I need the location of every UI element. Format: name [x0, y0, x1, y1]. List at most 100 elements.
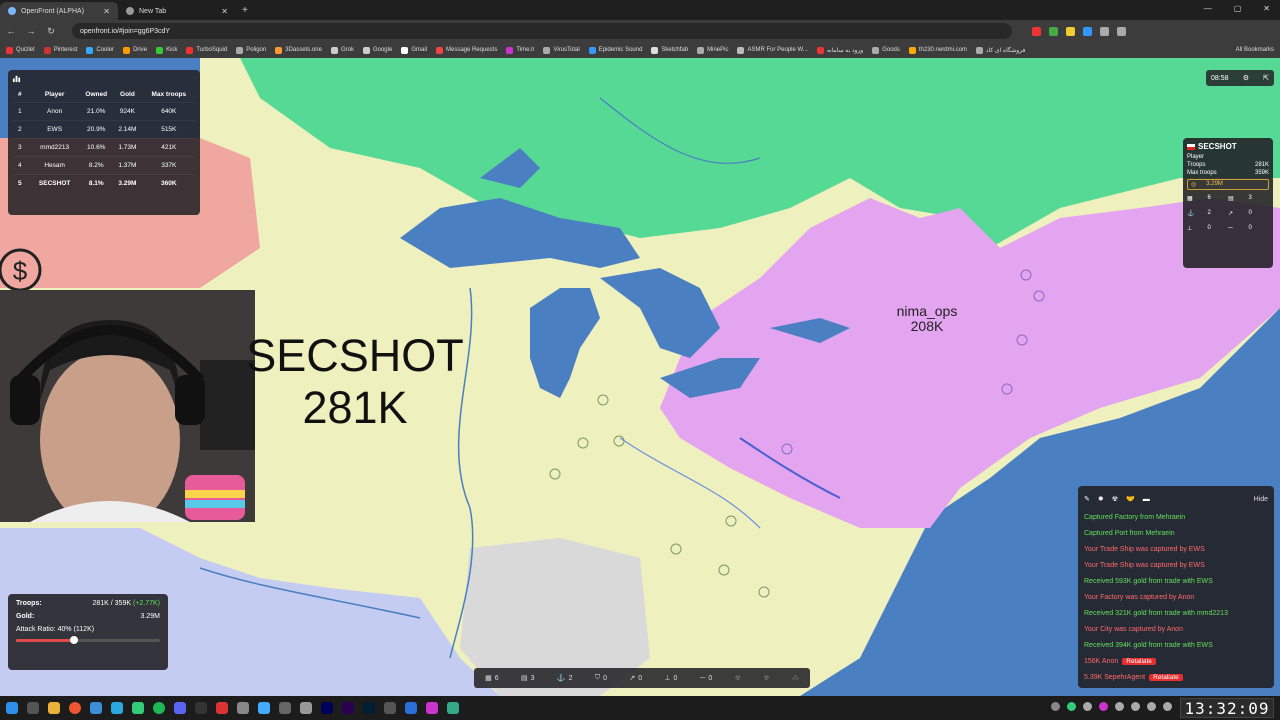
tray-icon[interactable]: [1115, 702, 1124, 711]
bookmark-item[interactable]: Time.lr: [506, 46, 534, 54]
retaliate-button[interactable]: Retaliate: [1122, 658, 1156, 665]
tray-icon[interactable]: [1147, 702, 1156, 711]
attack-ratio-slider[interactable]: [16, 636, 160, 644]
exit-icon[interactable]: ⇱: [1263, 74, 1269, 82]
bookmark-item[interactable]: ورود به سامانه: [816, 46, 863, 54]
alliance-filter-icon[interactable]: 🤝: [1126, 495, 1135, 503]
new-tab-button[interactable]: +: [242, 5, 248, 16]
attack-ratio-thumb[interactable]: [69, 636, 78, 644]
extension-icon[interactable]: [1049, 26, 1058, 36]
tray-icon[interactable]: [1051, 702, 1060, 711]
app-icon[interactable]: [132, 702, 144, 714]
tray-icon[interactable]: [1099, 702, 1108, 711]
file-explorer-icon[interactable]: [48, 702, 60, 714]
app-icon[interactable]: [384, 702, 396, 714]
spotify-icon[interactable]: [153, 702, 165, 714]
col-player[interactable]: Player: [30, 88, 79, 102]
close-tab-icon[interactable]: ✕: [221, 7, 228, 16]
nuke-filter-icon[interactable]: ☢: [1112, 495, 1118, 503]
extension-icon[interactable]: [1066, 26, 1075, 36]
back-icon[interactable]: ←: [6, 26, 16, 36]
game-viewport[interactable]: $ # Player Owned Gold Max troops 1 Anon 21…: [0, 58, 1280, 696]
tray-icon[interactable]: [1083, 702, 1092, 711]
leaderboard-row[interactable]: 4 Hesam 8.2% 1.37M 337K: [12, 155, 196, 174]
tab-openfront[interactable]: OpenFront (ALPHA) ✕: [0, 2, 118, 20]
build-atom-bomb-button[interactable]: ☢: [735, 674, 741, 682]
bookmark-item[interactable]: Cooler: [86, 46, 114, 54]
chrome-icon[interactable]: [69, 702, 81, 714]
bar-chart-icon[interactable]: [12, 74, 21, 83]
app-icon[interactable]: [258, 702, 270, 714]
tray-icon[interactable]: [1067, 702, 1076, 711]
build-missile-button[interactable]: ↗ 0: [629, 674, 642, 683]
bookmark-item[interactable]: Grok: [330, 46, 354, 54]
search-icon[interactable]: [27, 702, 39, 714]
attack-filter-icon[interactable]: ✹: [1098, 495, 1104, 503]
col-gold[interactable]: Gold: [113, 88, 141, 102]
chat-filter-icon[interactable]: ▬: [1143, 496, 1150, 503]
leaderboard-row[interactable]: 2 EWS 20.9% 2.14M 515K: [12, 119, 196, 138]
extension-icon[interactable]: [1032, 26, 1041, 36]
enemy-territory-label[interactable]: nima_ops 208K: [886, 304, 968, 334]
telegram-icon[interactable]: [111, 702, 123, 714]
retaliate-button[interactable]: Retaliate: [1149, 674, 1183, 681]
build-mirv-button[interactable]: ⁂: [792, 674, 799, 682]
bookmark-item[interactable]: Drive: [123, 46, 147, 54]
app-icon[interactable]: [237, 702, 249, 714]
build-sam-button[interactable]: ⊥ 0: [664, 674, 677, 683]
bookmark-item[interactable]: TurboSquid: [186, 46, 227, 54]
extension-icon[interactable]: [1083, 26, 1092, 36]
windows-start-icon[interactable]: [6, 702, 18, 714]
profile-icon[interactable]: [1117, 26, 1126, 36]
bookmark-item[interactable]: Goods: [872, 46, 900, 54]
app-icon[interactable]: [216, 702, 228, 714]
build-hydrogen-bomb-button[interactable]: ☢: [763, 674, 769, 682]
build-warship-button[interactable]: ⏤ 0: [700, 674, 713, 682]
bookmark-item[interactable]: فروشگاه ای کاد: [975, 46, 1025, 54]
bookmark-item[interactable]: 3Dassets.one: [275, 46, 322, 54]
app-icon[interactable]: [300, 702, 312, 714]
app-icon[interactable]: [195, 702, 207, 714]
build-port-button[interactable]: ⚓ 2: [557, 674, 573, 683]
app-icon[interactable]: [447, 702, 459, 714]
bookmark-item[interactable]: Google: [362, 46, 392, 54]
build-factory-button[interactable]: ▤ 3: [521, 674, 535, 683]
bookmark-item[interactable]: Gmail: [401, 46, 427, 54]
bookmark-item[interactable]: MinePic: [697, 46, 728, 54]
bookmark-item[interactable]: Poligon: [236, 46, 266, 54]
build-filter-icon[interactable]: ✎: [1084, 495, 1090, 503]
bookmark-item[interactable]: Quizlet: [6, 46, 35, 54]
app-icon[interactable]: [426, 702, 438, 714]
maximize-icon[interactable]: ▢: [1234, 4, 1242, 13]
photoshop-icon[interactable]: [363, 702, 375, 714]
bookmark-item[interactable]: ASMR For People W...: [737, 46, 808, 54]
leaderboard-row[interactable]: 1 Anon 21.0% 924K 640K: [12, 101, 196, 120]
reload-icon[interactable]: ↻: [46, 26, 56, 37]
bookmark-item[interactable]: Message Requests: [435, 46, 497, 54]
build-defense-button[interactable]: ⛉ 0: [595, 674, 607, 682]
minimize-icon[interactable]: —: [1204, 4, 1212, 13]
bookmark-item[interactable]: th230.nerdmi.com: [908, 46, 967, 54]
bookmark-item[interactable]: Kick: [156, 46, 177, 54]
app-icon[interactable]: [90, 702, 102, 714]
tray-icon[interactable]: [1131, 702, 1140, 711]
leaderboard-row[interactable]: 5 SECSHOT 8.1% 3.29M 360K: [12, 173, 196, 192]
settings-icon[interactable]: ⚙: [1243, 74, 1249, 82]
app-icon[interactable]: [405, 702, 417, 714]
hide-button[interactable]: Hide: [1254, 496, 1268, 503]
tab-new-tab[interactable]: New Tab ✕: [118, 2, 236, 20]
all-bookmarks-button[interactable]: All Bookmarks: [1236, 47, 1274, 53]
tray-icon[interactable]: [1163, 702, 1172, 711]
close-tab-icon[interactable]: ✕: [103, 7, 110, 16]
bookmark-item[interactable]: Sketchfab: [651, 46, 688, 54]
address-bar[interactable]: openfront.io/#join=gg6P3cdY: [72, 23, 1012, 39]
after-effects-icon[interactable]: [321, 702, 333, 714]
bookmark-item[interactable]: Pinterest: [43, 46, 77, 54]
premiere-icon[interactable]: [342, 702, 354, 714]
leaderboard-row[interactable]: 3 mmd2213 10.6% 1.73M 421K: [12, 137, 196, 156]
build-city-button[interactable]: ▦ 6: [485, 674, 499, 683]
app-icon[interactable]: [279, 702, 291, 714]
forward-icon[interactable]: →: [26, 26, 36, 36]
col-max-troops[interactable]: Max troops: [142, 88, 196, 102]
bookmark-item[interactable]: VirusTotal: [543, 46, 580, 54]
